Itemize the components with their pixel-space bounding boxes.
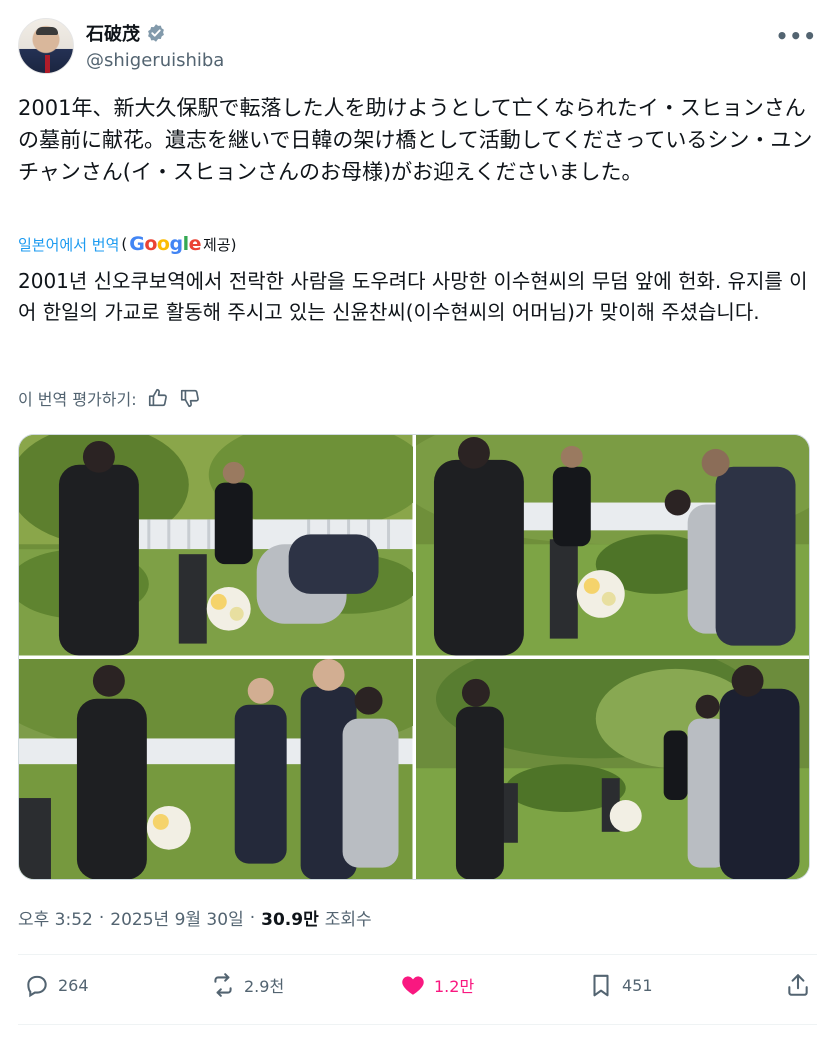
author-name-row: 石破茂 (86, 20, 166, 46)
views-label: 조회수 (324, 910, 372, 930)
thumbs-up-icon[interactable] (147, 387, 169, 409)
meta-separator-2: · (249, 907, 256, 928)
tweet-text: 2001年、新大久保駅で転落した人を助けようとして亡くなられたイ・スヒョンさんの… (18, 96, 813, 184)
author-handle[interactable]: @shigeruishiba (86, 50, 224, 71)
author-display-name[interactable]: 石破茂 (86, 20, 140, 46)
translated-from-label[interactable]: 일본어에서 번역 (18, 234, 119, 255)
tweet-header: 石破茂 @shigeruishiba ••• (18, 16, 817, 76)
thumbs-down-icon[interactable] (179, 387, 201, 409)
share-icon (788, 974, 808, 996)
media-grid (18, 434, 810, 880)
verified-badge-icon (148, 24, 164, 42)
retweet-count: 2.9천 (244, 977, 285, 996)
translation-attribution: 일본어에서 번역 ( Google 제공) (18, 233, 236, 255)
photo-4[interactable] (415, 658, 809, 879)
bookmark-button[interactable]: 451 (588, 972, 653, 998)
reply-count: 264 (58, 975, 89, 995)
retweet-icon (214, 973, 232, 997)
bookmark-count: 451 (622, 975, 653, 995)
more-options-icon[interactable]: ••• (776, 24, 817, 48)
provider-suffix: 제공) (202, 235, 237, 254)
heart-filled-icon (402, 976, 424, 995)
author-avatar[interactable] (18, 18, 74, 74)
views-count: 30.9만 (261, 910, 319, 930)
action-bar: 264 2.9천 1.2만 451 (18, 972, 817, 1012)
reply-icon (27, 975, 47, 998)
tweet-time[interactable]: 오후 3:52 (18, 905, 93, 930)
tweet-meta: 오후 3:52 · 2025년 9월 30일 · 30.9만 조회수 (18, 905, 372, 931)
translated-text: 2001년 신오쿠보역에서 전락한 사람을 도우려다 사망한 이수현씨의 무덤 … (18, 269, 808, 324)
share-button[interactable] (785, 972, 811, 998)
photo-2[interactable] (415, 435, 809, 656)
google-logo: Google (129, 233, 201, 255)
photo-1[interactable] (19, 435, 413, 656)
like-count: 1.2만 (434, 977, 475, 996)
divider (18, 954, 817, 955)
like-button[interactable]: 1.2만 (400, 972, 474, 998)
photo-3[interactable] (19, 658, 413, 879)
divider-bottom (18, 1024, 817, 1025)
rate-translation-label: 이 번역 평가하기: (18, 390, 137, 409)
open-paren: ( (121, 235, 128, 253)
meta-separator: · (98, 907, 105, 928)
tweet-date[interactable]: 2025년 9월 30일 (110, 905, 243, 930)
reply-button[interactable]: 264 (24, 972, 89, 998)
retweet-button[interactable]: 2.9천 (210, 972, 284, 998)
bookmark-icon (593, 974, 609, 997)
rate-translation-row: 이 번역 평가하기: (18, 386, 201, 410)
